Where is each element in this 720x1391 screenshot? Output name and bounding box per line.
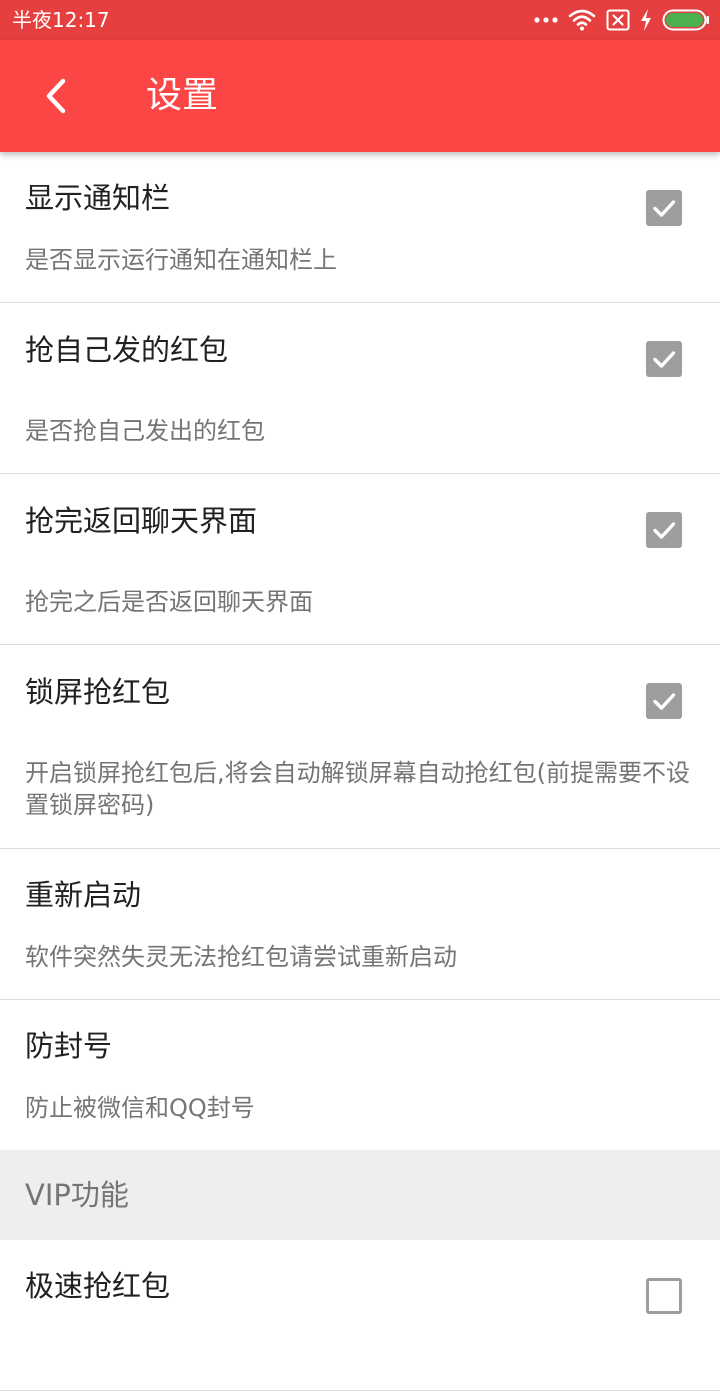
- vip-category-header: VIP功能: [0, 1150, 720, 1240]
- setting-checkbox[interactable]: [646, 341, 682, 377]
- category-title: VIP功能: [25, 1178, 129, 1212]
- checkmark-icon: [653, 351, 676, 368]
- app-bar: 设置: [0, 40, 720, 152]
- setting-title: 极速抢红包: [25, 1269, 171, 1303]
- charging-bolt-icon: [640, 9, 652, 31]
- no-sim-icon: [606, 9, 630, 31]
- setting-checkbox[interactable]: [646, 1278, 682, 1314]
- setting-restart[interactable]: 重新启动 软件突然失灵无法抢红包请尝试重新启动: [0, 849, 720, 1000]
- setting-title: 显示通知栏: [25, 181, 171, 215]
- setting-return-to-chat[interactable]: 抢完返回聊天界面 抢完之后是否返回聊天界面: [0, 474, 720, 645]
- setting-fast-grab[interactable]: 极速抢红包: [0, 1240, 720, 1391]
- setting-checkbox[interactable]: [646, 683, 682, 719]
- setting-summary: 防止被微信和QQ封号: [25, 1094, 255, 1122]
- setting-title: 抢自己发的红包: [25, 333, 229, 367]
- setting-summary: 抢完之后是否返回聊天界面: [25, 588, 313, 616]
- setting-summary: 开启锁屏抢红包后,将会自动解锁屏幕自动抢红包(前提需要不设置锁屏密码): [25, 759, 690, 819]
- checkmark-icon: [653, 200, 676, 217]
- settings-list: 显示通知栏 是否显示运行通知在通知栏上 抢自己发的红包 是否抢自己发出的红包 抢…: [0, 152, 720, 1391]
- setting-lock-screen-grab[interactable]: 锁屏抢红包 开启锁屏抢红包后,将会自动解锁屏幕自动抢红包(前提需要不设置锁屏密码…: [0, 645, 720, 849]
- back-arrow-icon: [46, 78, 66, 114]
- setting-summary: 是否显示运行通知在通知栏上: [25, 246, 337, 274]
- checkmark-icon: [653, 522, 676, 539]
- status-time: 半夜12:17: [12, 8, 110, 32]
- setting-title: 防封号: [25, 1029, 113, 1063]
- battery-icon: [662, 9, 710, 31]
- setting-show-notification[interactable]: 显示通知栏 是否显示运行通知在通知栏上: [0, 152, 720, 303]
- setting-checkbox[interactable]: [646, 190, 682, 226]
- setting-title: 抢完返回聊天界面: [25, 504, 258, 538]
- wifi-icon: [568, 9, 596, 31]
- setting-summary: 软件突然失灵无法抢红包请尝试重新启动: [25, 943, 457, 971]
- status-icons: [524, 6, 710, 34]
- more-dots-icon: [534, 16, 558, 24]
- page-title: 设置: [146, 75, 219, 116]
- setting-title: 重新启动: [25, 878, 142, 912]
- setting-summary: 是否抢自己发出的红包: [25, 417, 265, 445]
- setting-anti-ban[interactable]: 防封号 防止被微信和QQ封号: [0, 1000, 720, 1150]
- checkmark-icon: [653, 693, 676, 710]
- status-bar: 半夜12:17: [0, 0, 720, 40]
- setting-checkbox[interactable]: [646, 512, 682, 548]
- setting-grab-own-packet[interactable]: 抢自己发的红包 是否抢自己发出的红包: [0, 303, 720, 474]
- back-button[interactable]: [28, 68, 84, 124]
- setting-title: 锁屏抢红包: [25, 675, 171, 709]
